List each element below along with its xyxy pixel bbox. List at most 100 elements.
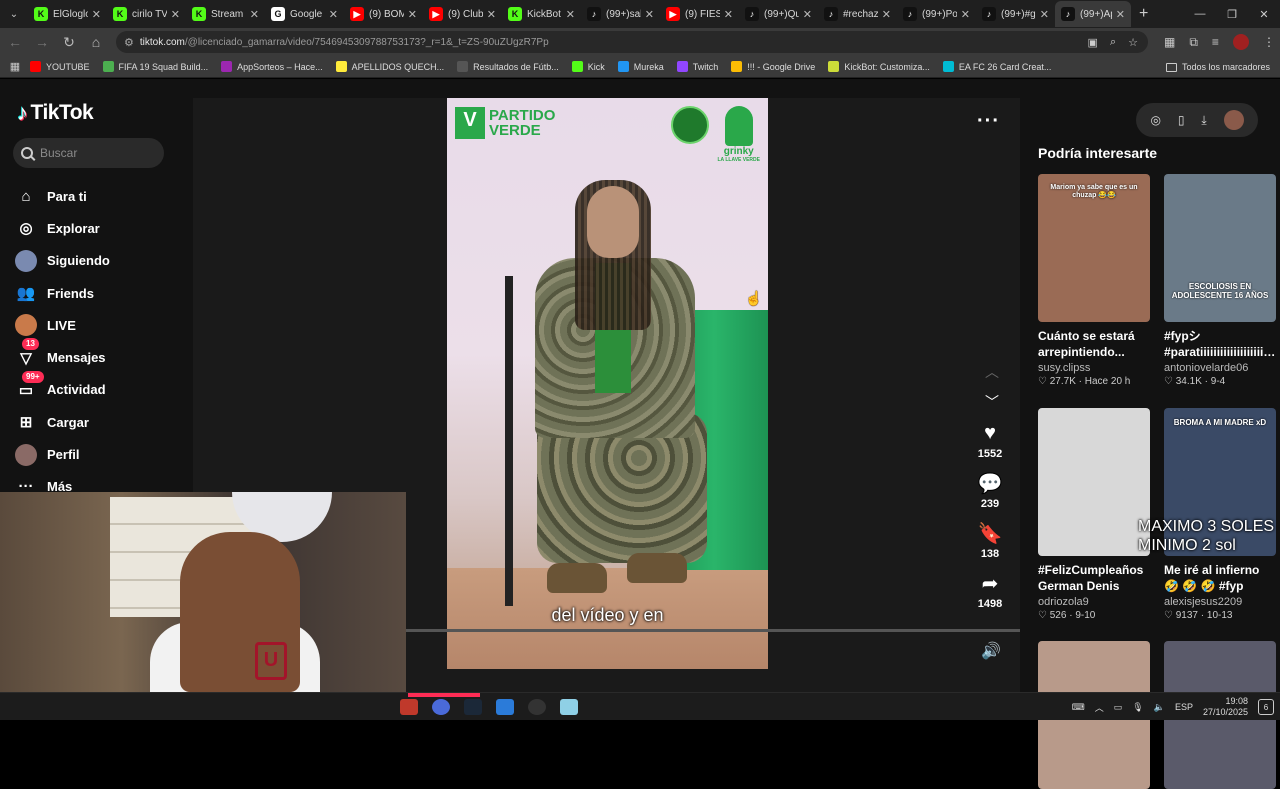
new-tab-button[interactable]: + — [1139, 5, 1148, 23]
card-username[interactable]: odriozola9 — [1038, 596, 1150, 608]
next-video-icon[interactable]: ﹀ — [985, 392, 999, 412]
sidebar-item-mensajes[interactable]: ▽ 13 Mensajes — [14, 338, 110, 373]
search-input[interactable]: Buscar — [13, 138, 164, 168]
bookmark-item[interactable]: Resultados de Fútb... — [457, 61, 559, 72]
card-username[interactable]: antoniovelarde06 — [1164, 362, 1276, 374]
tray-chevron-icon[interactable]: ︿ — [1095, 701, 1104, 714]
tab-close-icon[interactable]: ✕ — [487, 8, 496, 21]
tray-network-icon[interactable]: ▭ — [1114, 702, 1123, 713]
tray-clock[interactable]: 19:08 27/10/2025 — [1203, 696, 1248, 718]
tab-close-icon[interactable]: ✕ — [92, 8, 101, 21]
bookmark-item[interactable]: AppSorteos – Hace... — [221, 61, 323, 72]
close-window-icon[interactable]: ✕ — [1248, 0, 1280, 28]
tray-lang[interactable]: ESP — [1175, 702, 1193, 712]
share-button[interactable]: ➦ 1498 — [974, 570, 1006, 611]
tiktok-logo[interactable]: ♪ TikTok — [17, 100, 94, 126]
browser-tab[interactable]: ♪ (99+)Po ✕ — [897, 1, 976, 27]
tab-close-icon[interactable]: ✕ — [882, 8, 891, 21]
tab-search-icon[interactable]: ⌄ — [0, 0, 28, 28]
taskbar-app3-icon[interactable] — [560, 699, 578, 715]
bookmark-item[interactable]: Mureka — [617, 61, 664, 72]
taskbar-obs-icon[interactable] — [528, 699, 546, 715]
zoom-icon[interactable]: ⌕ — [1110, 36, 1116, 49]
bookmark-item[interactable]: KickBot: Customiza... — [828, 61, 930, 72]
apps-grid-icon[interactable]: ▦ — [0, 60, 30, 73]
sidebar-item-siguiendo[interactable]: Siguiendo — [14, 245, 110, 277]
download-icon[interactable]: ⤓ — [1201, 113, 1206, 128]
taskbar-steam-icon[interactable] — [464, 699, 482, 715]
bookmark-star-icon[interactable]: ☆ — [1128, 36, 1138, 49]
browser-tab[interactable]: ♪ (99+)Qu ✕ — [739, 1, 818, 27]
bookmark-item[interactable]: !!! - Google Drive — [731, 61, 815, 72]
browser-tab[interactable]: ▶ (9) FIEST ✕ — [660, 1, 739, 27]
back-icon[interactable]: ← — [3, 30, 27, 54]
sidebar-item-para-ti[interactable]: ⌂ Para ti — [14, 180, 110, 212]
explore-mini-icon[interactable]: ◎ — [1150, 113, 1160, 127]
tab-close-icon[interactable]: ✕ — [724, 8, 733, 21]
tab-close-icon[interactable]: ✕ — [566, 8, 575, 21]
card-username[interactable]: susy.clipss — [1038, 362, 1150, 374]
user-avatar[interactable] — [1223, 110, 1244, 130]
taskbar-chrome-icon[interactable] — [432, 699, 450, 715]
tab-close-icon[interactable]: ✕ — [803, 8, 812, 21]
sidebar-item-friends[interactable]: 👥 Friends — [14, 277, 110, 309]
sidebar-item-perfil[interactable]: Perfil — [14, 438, 110, 470]
previous-video-icon[interactable]: ︿ — [985, 362, 999, 382]
browser-tab[interactable]: K KickBot ✕ — [502, 1, 581, 27]
forward-icon[interactable]: → — [30, 30, 54, 54]
home-button-icon[interactable]: ⌂ — [84, 30, 108, 54]
bookmark-item[interactable]: EA FC 26 Card Creat... — [942, 61, 1051, 72]
sidebar-item-actividad[interactable]: ▭ 99+ Actividad — [14, 370, 110, 406]
video-thumbnail[interactable]: Mariom ya sabe que es un chuzap 😂😂 — [1038, 174, 1150, 322]
site-info-icon[interactable]: ⚙ — [124, 36, 134, 49]
recommended-video-card[interactable]: ESCOLIOSIS EN ADOLESCENTE 16 AÑOS #fypシ #… — [1164, 174, 1276, 387]
tab-close-icon[interactable]: ✕ — [645, 8, 654, 21]
bookmark-item[interactable]: Twitch — [676, 61, 718, 72]
tab-close-icon[interactable]: ✕ — [1040, 8, 1049, 21]
tab-close-icon[interactable]: ✕ — [1116, 8, 1125, 21]
video-thumbnail[interactable] — [1038, 408, 1150, 556]
like-button[interactable]: ♥ 1552 — [974, 420, 1006, 461]
tray-volume-icon[interactable]: 🔈 — [1154, 702, 1165, 713]
browser-tab[interactable]: K Stream ✕ — [186, 1, 265, 27]
reload-icon[interactable]: ↻ — [57, 30, 81, 54]
url-input[interactable]: ⚙ tiktok.com/@licenciado_gamarra/video/7… — [116, 31, 1148, 53]
device-icon[interactable]: ▯ — [1178, 113, 1185, 127]
tab-close-icon[interactable]: ✕ — [961, 8, 970, 21]
recommended-video-card[interactable]: Mariom ya sabe que es un chuzap 😂😂 Cuánto… — [1038, 174, 1150, 387]
tab-close-icon[interactable]: ✕ — [171, 8, 180, 21]
tray-keyboard-icon[interactable]: ⌨ — [1072, 702, 1085, 713]
browser-tab[interactable]: G Google ✕ — [265, 1, 344, 27]
all-bookmarks-button[interactable]: Todos los marcadores — [1165, 56, 1270, 78]
browser-menu-icon[interactable]: ⋮ — [1263, 35, 1275, 49]
restore-icon[interactable]: ❐ — [1216, 0, 1248, 28]
minimize-icon[interactable]: — — [1184, 0, 1216, 28]
browser-tab[interactable]: K ElGlogloi ✕ — [28, 1, 107, 27]
browser-tab[interactable]: ▶ (9) BOM ✕ — [344, 1, 423, 27]
tab-close-icon[interactable]: ✕ — [408, 8, 417, 21]
bookmark-item[interactable]: YOUTUBE — [30, 61, 90, 72]
browser-tab[interactable]: ♪ (99+)Ap ✕ — [1055, 1, 1131, 27]
video-progress-bar[interactable] — [405, 629, 1020, 632]
sidebar-item-cargar[interactable]: ⊞ Cargar — [14, 406, 110, 438]
bookmark-item[interactable]: APELLIDOS QUECH... — [335, 61, 444, 72]
card-username[interactable]: alexisjesus2209 — [1164, 596, 1276, 608]
sidebar-item-live[interactable]: LIVE — [14, 309, 110, 341]
browser-tab[interactable]: ♪ (99+)#g ✕ — [976, 1, 1055, 27]
tray-mic-icon[interactable]: 🎙 — [1132, 702, 1143, 713]
more-options-icon[interactable]: ··· — [977, 110, 1000, 133]
video-thumbnail[interactable]: ESCOLIOSIS EN ADOLESCENTE 16 AÑOS — [1164, 174, 1276, 322]
cast-icon[interactable]: ▣ — [1088, 36, 1098, 49]
taskbar-app2-icon[interactable] — [496, 699, 514, 715]
extensions-puzzle-icon[interactable]: ⧉ — [1189, 35, 1198, 50]
video-player[interactable]: V PARTIDO VERDE grinky LA LLAVE VERDE de… — [447, 98, 768, 669]
browser-tab[interactable]: ♪ (99+)sal ✕ — [581, 1, 660, 27]
comment-button[interactable]: 💬 239 — [974, 470, 1006, 511]
tab-close-icon[interactable]: ✕ — [250, 8, 259, 21]
recommended-video-card[interactable]: #FelizCumpleaños German Denis Jugó... odr… — [1038, 408, 1150, 621]
browser-tab[interactable]: ♪ #rechaz ✕ — [818, 1, 897, 27]
profile-avatar-icon[interactable] — [1232, 34, 1249, 50]
recommended-video-card[interactable]: BROMA A MI MADRE xD Me iré al infierno 🤣 … — [1164, 408, 1276, 621]
extension-icon[interactable]: ▦ — [1164, 35, 1175, 49]
browser-tab[interactable]: Kcirilo TV ✕ — [107, 1, 186, 27]
